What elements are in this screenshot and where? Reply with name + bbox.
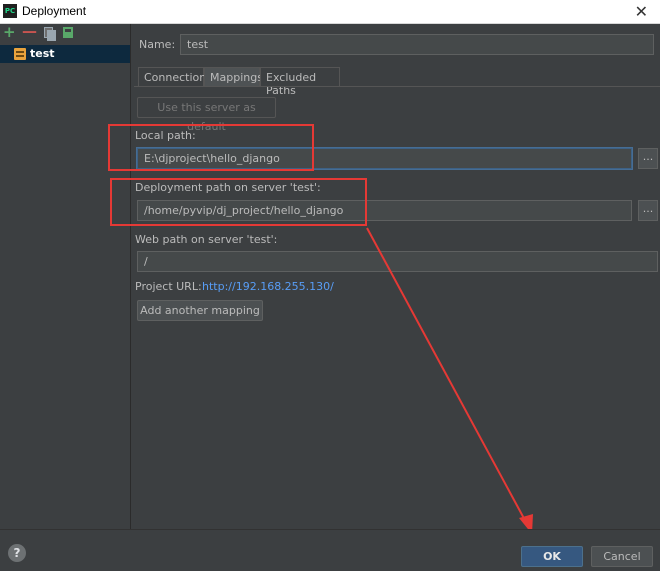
dialog-footer: ? OK Cancel — [0, 529, 660, 571]
ok-button[interactable]: OK — [521, 546, 583, 567]
cancel-button[interactable]: Cancel — [591, 546, 653, 567]
annotation-arrow — [366, 227, 533, 534]
help-icon[interactable]: ? — [8, 544, 26, 562]
